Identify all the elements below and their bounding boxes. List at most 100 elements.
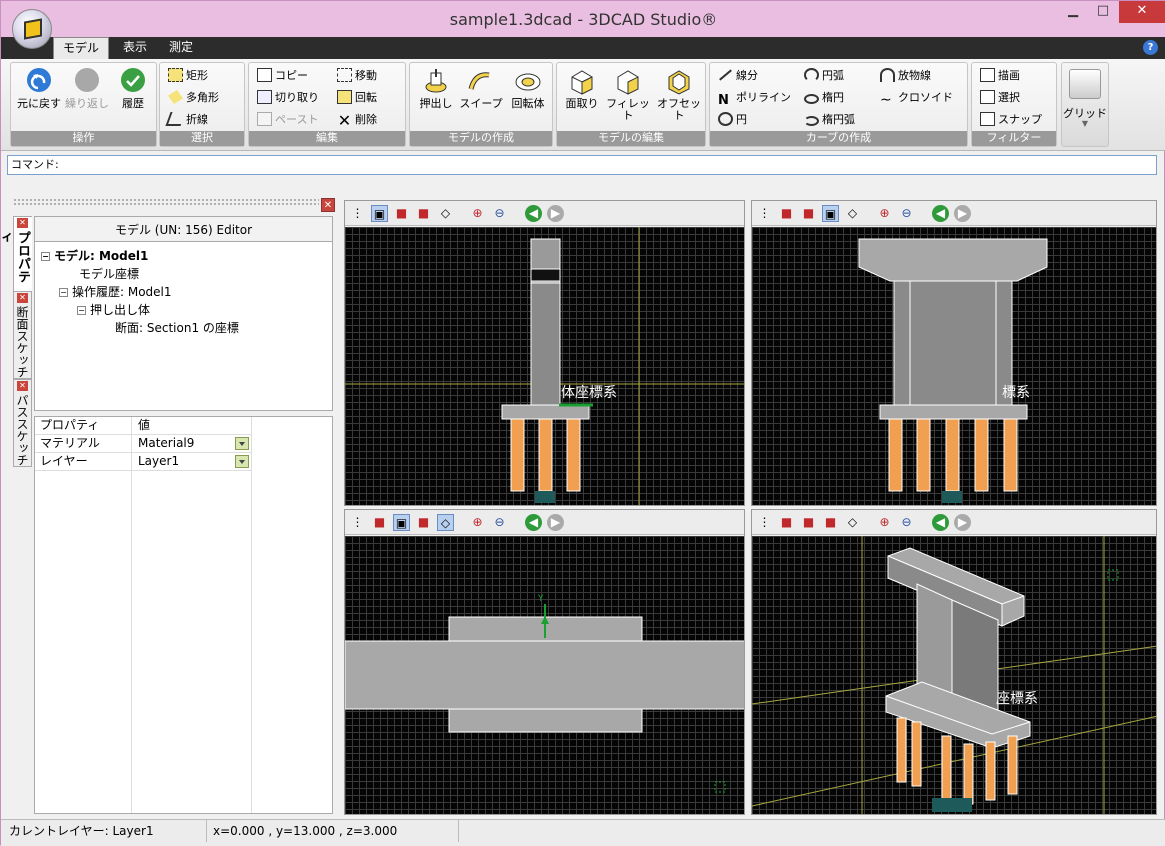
collapse-icon[interactable]: −	[59, 288, 68, 297]
select-filter-button[interactable]: 選択	[980, 89, 1020, 108]
side-tab-close-icon[interactable]: ✕	[17, 293, 28, 303]
copy-button[interactable]: コピー	[257, 67, 308, 86]
side-tab-path-sketch[interactable]: ✕ パススケッチ	[13, 379, 32, 467]
view-side-icon[interactable]: ■	[822, 514, 839, 531]
fit-icon[interactable]: ⋮	[349, 514, 366, 531]
view-iso-icon[interactable]: ◇	[437, 205, 454, 222]
zoom-out-icon[interactable]: ⊖	[898, 205, 915, 222]
delete-button[interactable]: ✕ 削除	[337, 111, 377, 130]
viewport-side[interactable]: ⋮ ■ ■ ▣ ◇ ⊕ ⊖ ◀ ▶ 標系	[751, 200, 1157, 506]
back-icon[interactable]: ◀	[932, 205, 949, 222]
cut-button[interactable]: 切り取り	[257, 89, 319, 108]
material-dropdown-icon[interactable]	[235, 437, 249, 450]
tab-model[interactable]: モデル	[53, 37, 109, 59]
circle-button[interactable]: 円	[718, 111, 747, 130]
panel-close-icon[interactable]: ✕	[321, 198, 335, 212]
collapse-icon[interactable]: −	[77, 306, 86, 315]
chamfer-button[interactable]: 面取り	[559, 67, 605, 110]
fit-icon[interactable]: ⋮	[756, 205, 773, 222]
back-icon[interactable]: ◀	[525, 205, 542, 222]
view-side-icon[interactable]: ■	[415, 514, 432, 531]
view-side-icon[interactable]: ▣	[822, 205, 839, 222]
redo-button[interactable]: 繰り返し	[63, 67, 111, 110]
snap-filter-button[interactable]: スナップ	[980, 111, 1042, 130]
layer-dropdown-icon[interactable]	[235, 455, 249, 468]
side-tab-close-icon[interactable]: ✕	[17, 381, 28, 391]
move-button[interactable]: 移動	[337, 67, 377, 86]
panel-grip[interactable]	[13, 198, 319, 206]
forward-icon[interactable]: ▶	[547, 514, 564, 531]
history-button[interactable]: 履歴	[113, 67, 153, 110]
zoom-in-icon[interactable]: ⊕	[469, 205, 486, 222]
tree-item-section-coords[interactable]: 断面: Section1 の座標	[115, 319, 239, 336]
view-top-icon[interactable]: ■	[800, 514, 817, 531]
revolve-button[interactable]: 回転体	[506, 67, 550, 110]
side-tab-close-icon[interactable]: ✕	[17, 218, 28, 228]
sweep-button[interactable]: スイープ	[458, 67, 504, 110]
fit-icon[interactable]: ⋮	[756, 514, 773, 531]
tree-item-extrusion[interactable]: − 押し出し体	[77, 301, 150, 318]
view-top-icon[interactable]: ■	[800, 205, 817, 222]
grid-button[interactable]: グリッド ▼	[1061, 62, 1109, 147]
viewport-canvas[interactable]: 体座標系	[345, 227, 744, 505]
forward-icon[interactable]: ▶	[954, 205, 971, 222]
select-polyline-button[interactable]: 折線	[165, 111, 208, 130]
zoom-out-icon[interactable]: ⊖	[491, 514, 508, 531]
side-tab-section-sketch[interactable]: ✕ 断面スケッチ	[13, 291, 32, 379]
view-front-icon[interactable]: ■	[778, 514, 795, 531]
tree-item-model[interactable]: − モデル: Model1	[41, 247, 148, 264]
zoom-in-icon[interactable]: ⊕	[469, 514, 486, 531]
line-button[interactable]: 線分	[718, 67, 758, 90]
tab-measure[interactable]: 測定	[161, 37, 201, 59]
view-front-icon[interactable]: ▣	[371, 205, 388, 222]
view-iso-icon[interactable]: ◇	[844, 205, 861, 222]
help-icon[interactable]: ?	[1143, 40, 1158, 55]
rotate-button[interactable]: 回転	[337, 89, 377, 108]
polyline-button[interactable]: N ポリライン	[718, 89, 791, 108]
arc-button[interactable]: 円弧	[804, 67, 844, 86]
maximize-button[interactable]: □	[1088, 1, 1118, 23]
collapse-icon[interactable]: −	[41, 252, 50, 261]
view-top-icon[interactable]: ■	[393, 205, 410, 222]
zoom-out-icon[interactable]: ⊖	[898, 514, 915, 531]
forward-icon[interactable]: ▶	[954, 514, 971, 531]
back-icon[interactable]: ◀	[932, 514, 949, 531]
forward-icon[interactable]: ▶	[547, 205, 564, 222]
viewport-canvas[interactable]: 標系	[752, 227, 1156, 505]
view-iso-icon[interactable]: ◇	[844, 514, 861, 531]
property-row-layer[interactable]: レイヤー Layer1	[35, 453, 251, 471]
fit-icon[interactable]: ⋮	[349, 205, 366, 222]
offset-button[interactable]: オフセット	[653, 67, 705, 122]
select-rect-button[interactable]: 矩形	[168, 67, 208, 86]
tree-item-history[interactable]: − 操作履歴: Model1	[59, 283, 172, 300]
select-polygon-button[interactable]: 多角形	[168, 89, 219, 108]
side-tab-properties[interactable]: ✕ プロパティ	[0, 216, 32, 293]
tab-view[interactable]: 表示	[115, 37, 155, 59]
minimize-button[interactable]: ▁	[1058, 1, 1088, 23]
app-logo-icon[interactable]	[12, 9, 52, 49]
zoom-out-icon[interactable]: ⊖	[491, 205, 508, 222]
zoom-in-icon[interactable]: ⊕	[876, 205, 893, 222]
undo-button[interactable]: 元に戻す	[17, 67, 61, 110]
draw-filter-button[interactable]: 描画	[980, 67, 1020, 86]
view-side-icon[interactable]: ■	[415, 205, 432, 222]
extrude-button[interactable]: 押出し	[414, 67, 458, 110]
paste-button[interactable]: ペースト	[257, 111, 318, 130]
viewport-front[interactable]: ⋮ ▣ ■ ■ ◇ ⊕ ⊖ ◀ ▶ 体座標系	[344, 200, 745, 506]
clothoid-button[interactable]: ∼ クロソイド	[880, 89, 953, 108]
ellipse-button[interactable]: 楕円	[804, 89, 844, 108]
command-input[interactable]: コマンド:	[7, 155, 1157, 175]
back-icon[interactable]: ◀	[525, 514, 542, 531]
viewport-canvas[interactable]: Y	[345, 536, 744, 814]
view-iso-icon[interactable]: ◇	[437, 514, 454, 531]
property-row-material[interactable]: マテリアル Material9	[35, 435, 251, 453]
viewport-canvas[interactable]: 座標系	[752, 536, 1156, 814]
close-button[interactable]: ✕	[1119, 1, 1165, 23]
tree-item-model-coords[interactable]: モデル座標	[79, 265, 139, 282]
zoom-in-icon[interactable]: ⊕	[876, 514, 893, 531]
view-top-icon[interactable]: ▣	[393, 514, 410, 531]
viewport-top[interactable]: ⋮ ■ ▣ ■ ◇ ⊕ ⊖ ◀ ▶ Y	[344, 509, 745, 815]
fillet-button[interactable]: フィレット	[605, 67, 651, 122]
ellipse-arc-button[interactable]: 楕円弧	[804, 111, 855, 130]
viewport-iso[interactable]: ⋮ ■ ■ ■ ◇ ⊕ ⊖ ◀ ▶ 座標系	[751, 509, 1157, 815]
